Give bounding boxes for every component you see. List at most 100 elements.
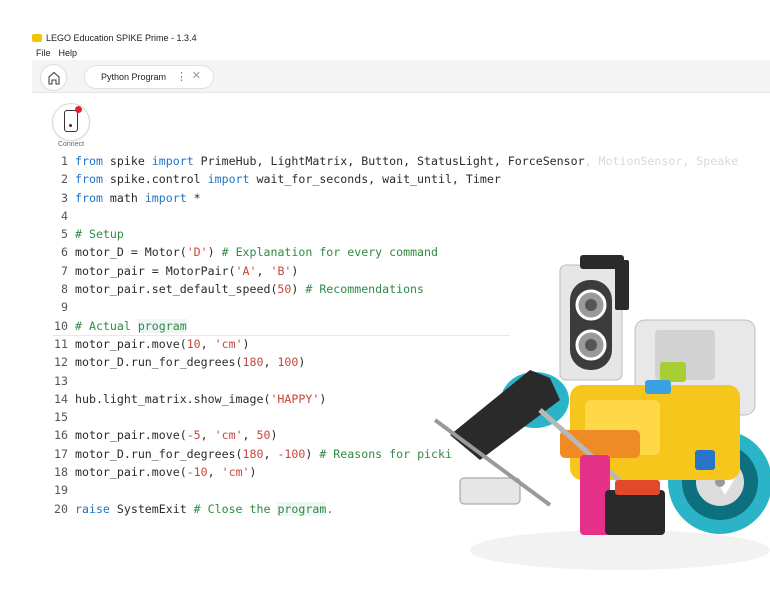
- code-token: 'cm': [214, 336, 243, 351]
- connect-label: Connect: [57, 141, 85, 148]
- more-options-icon[interactable]: ⋮: [176, 70, 187, 83]
- code-token: ,: [200, 428, 215, 443]
- code-token: wait_for_seconds, wait_until, Timer: [249, 172, 501, 187]
- code-token: ): [207, 245, 222, 260]
- line-number: 3: [61, 190, 68, 205]
- code-token: ): [270, 428, 278, 443]
- code-token: import: [144, 190, 187, 205]
- line-number: 4: [61, 208, 68, 223]
- line-number: 8: [61, 282, 68, 297]
- spike-app-icon: [32, 34, 42, 42]
- code-token: motor_pair.move(: [75, 336, 187, 351]
- code-token: import: [207, 172, 250, 187]
- code-token: # Recommendations: [305, 282, 425, 297]
- line-number: 19: [54, 483, 68, 498]
- code-token: -100: [277, 446, 306, 461]
- code-token: motor_pair.move(: [75, 465, 187, 480]
- code-token: hub.light_matrix.show_image(: [75, 391, 271, 406]
- code-token: 180: [242, 355, 264, 370]
- code-line[interactable]: 3 from math import *: [52, 189, 770, 207]
- code-token: motor_D.run_for_degrees(: [75, 446, 243, 461]
- home-button[interactable]: [40, 64, 67, 91]
- line-number: 2: [61, 172, 68, 187]
- line-number: 11: [54, 336, 68, 351]
- code-token: program: [277, 501, 327, 516]
- code-token: 'cm': [214, 428, 243, 443]
- code-token: from: [75, 154, 103, 168]
- code-token: .: [326, 501, 334, 516]
- code-token: ): [305, 446, 320, 461]
- line-number: 17: [54, 446, 68, 461]
- hub-icon: [64, 110, 78, 132]
- code-token: import: [151, 154, 194, 168]
- menu-help[interactable]: Help: [59, 48, 78, 58]
- line-number: 1: [61, 154, 68, 168]
- tab-python-program[interactable]: Python Program ⋮ ✕: [84, 65, 214, 89]
- code-token: ): [249, 465, 257, 480]
- code-token: 'A': [235, 263, 257, 278]
- code-token: motor_pair.set_default_speed(: [75, 282, 278, 297]
- code-token: # Setup: [75, 227, 124, 242]
- code-token: PrimeHub, LightMatrix, Button, StatusLig…: [193, 154, 585, 168]
- code-token: 180: [242, 446, 264, 461]
- line-number: 12: [54, 355, 68, 370]
- code-token: 50: [277, 282, 292, 297]
- close-icon[interactable]: ✕: [192, 69, 201, 82]
- line-number: 7: [61, 263, 68, 278]
- code-token: 'B': [270, 263, 292, 278]
- home-icon: [47, 71, 60, 85]
- code-token: spike: [102, 154, 152, 168]
- code-token: # Explanation for every command: [221, 245, 438, 260]
- code-token: 100: [277, 355, 299, 370]
- code-token: motor_D = Motor(: [75, 245, 187, 260]
- code-token: ,: [263, 355, 278, 370]
- code-token: 50: [256, 428, 271, 443]
- code-token: ,: [207, 465, 222, 480]
- code-token: *: [186, 190, 201, 205]
- connect-button[interactable]: [52, 103, 90, 141]
- line-number: 13: [54, 373, 68, 388]
- line-number: 14: [54, 391, 68, 406]
- code-token: ): [291, 282, 306, 297]
- code-line[interactable]: 1 from spike import PrimeHub, LightMatrix…: [52, 152, 770, 170]
- connection-status-dot: [75, 106, 82, 113]
- code-token: , MotionSensor, Speake: [584, 154, 739, 168]
- window-title: LEGO Education SPIKE Prime - 1.3.4: [46, 33, 197, 43]
- code-token: ): [298, 355, 306, 370]
- code-token: motor_pair.move(: [75, 428, 187, 443]
- menu-bar: File Help: [36, 48, 77, 58]
- menu-file[interactable]: File: [36, 48, 51, 58]
- code-token: 'HAPPY': [270, 391, 320, 406]
- line-number: 15: [54, 410, 68, 425]
- code-token: motor_pair = MotorPair(: [75, 263, 236, 278]
- line-number: 18: [54, 465, 68, 480]
- line-number: 9: [61, 300, 68, 315]
- line-number: 5: [61, 227, 68, 242]
- code-token: ,: [256, 263, 271, 278]
- code-token: from: [75, 172, 103, 187]
- code-token: math: [102, 190, 145, 205]
- tab-bar: Python Program ⋮ ✕: [32, 60, 770, 93]
- tab-label: Python Program: [101, 72, 167, 82]
- line-number: 20: [54, 501, 68, 516]
- code-token: motor_D.run_for_degrees(: [75, 355, 243, 370]
- code-token: raise: [75, 501, 110, 516]
- code-token: spike.control: [102, 172, 208, 187]
- code-line[interactable]: 5 # Setup: [52, 225, 770, 243]
- code-line[interactable]: 2 from spike.control import wait_for_seco…: [52, 170, 770, 188]
- code-token: from: [75, 190, 103, 205]
- code-token: -10: [186, 465, 208, 480]
- code-token: ,: [263, 446, 278, 461]
- code-token: ): [242, 336, 250, 351]
- code-token: ,: [242, 428, 257, 443]
- code-token: 'D': [186, 245, 208, 260]
- code-token: ): [291, 263, 299, 278]
- code-token: -5: [186, 428, 201, 443]
- code-token: 10: [186, 336, 201, 351]
- code-token: # Close the: [193, 501, 278, 516]
- spike-robot-image: [433, 255, 770, 570]
- line-number: 16: [54, 428, 68, 443]
- code-token: 'cm': [221, 465, 250, 480]
- line-number: 6: [61, 245, 68, 260]
- code-line[interactable]: 4: [52, 207, 770, 225]
